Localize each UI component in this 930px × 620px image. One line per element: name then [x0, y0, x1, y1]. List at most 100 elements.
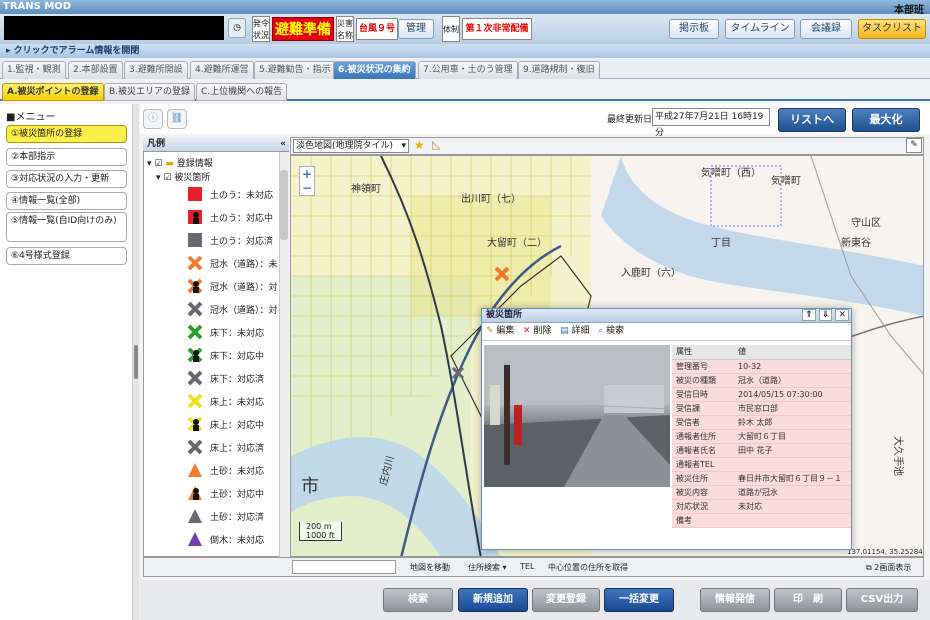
- property-name: 被災内容: [672, 485, 734, 500]
- table-row: 受信課 市民窓口部: [672, 401, 851, 416]
- checkbox-icon[interactable]: ☑: [154, 159, 162, 169]
- zoom-in-icon[interactable]: +: [302, 167, 312, 181]
- maximize-button[interactable]: 最大化: [852, 108, 920, 132]
- tab-register-point[interactable]: A.被災ポイントの登録: [2, 83, 104, 101]
- detail-icon[interactable]: ▤: [560, 326, 569, 336]
- address-input[interactable]: [292, 560, 396, 574]
- legend-item-label: 土砂：対応中: [210, 488, 264, 500]
- svg-text:市: 市: [301, 476, 319, 497]
- menu-register-damage[interactable]: ①被災箇所の登録: [6, 125, 127, 143]
- tab-hq-setup[interactable]: 2.本部設置: [68, 61, 123, 79]
- folder-icon: ▬: [165, 159, 174, 169]
- legend-item-label: 床下：未対応: [210, 327, 264, 339]
- legend-symbol-square-icon: [188, 233, 202, 247]
- sub-tabs: A.被災ポイントの登録 B.被災エリアの登録 C.上位機関への報告: [0, 81, 930, 101]
- collapse-icon[interactable]: «: [280, 137, 286, 151]
- board-button[interactable]: 掲示板: [669, 19, 719, 39]
- zoom-out-icon[interactable]: −: [302, 181, 312, 195]
- main-tabs: 1.監視・観測 2.本部設置 3.避難所開設 4.避難所運営 5.避難勧告・指示…: [0, 59, 930, 79]
- tab-road-control[interactable]: 9.道路規制・復旧: [518, 61, 600, 79]
- clock-icon[interactable]: ◷: [228, 18, 246, 38]
- move-map-link[interactable]: 地図を移動: [410, 562, 450, 573]
- legend-item-label: 冠水（道路）：対: [210, 281, 278, 293]
- map-layer-select[interactable]: 淡色地図(地理院タイル) ▾: [293, 139, 409, 153]
- link-icon[interactable]: ⛓: [167, 109, 187, 129]
- checkbox-icon[interactable]: ☑: [163, 173, 171, 183]
- damage-photo[interactable]: [484, 345, 671, 487]
- table-row: 被災内容 道路が冠水: [672, 485, 851, 500]
- tab-damage-summary[interactable]: 6.被災状況の集約: [333, 61, 416, 79]
- ruler-icon[interactable]: ◺: [432, 138, 440, 151]
- legend-item-label: 床上：未対応: [210, 396, 264, 408]
- csv-export-button[interactable]: CSV出力: [846, 588, 918, 612]
- menu-list-all[interactable]: ④情報一覧(全部): [6, 192, 127, 210]
- edit-icon[interactable]: ✎: [486, 326, 494, 336]
- popup-delete-button[interactable]: 削除: [533, 326, 551, 336]
- property-value: 市民窓口部: [734, 401, 851, 416]
- last-updated-label: 最終更新日: [607, 115, 653, 125]
- popup-detail-button[interactable]: 詳細: [571, 326, 589, 336]
- svg-text:気噌町: 気噌町: [771, 174, 801, 187]
- legend-symbol-x-person-icon: [187, 347, 203, 363]
- manage-button[interactable]: 管理: [398, 19, 434, 39]
- table-header-row: 属性 値: [672, 345, 851, 360]
- property-value: 春日井市大留町６丁目９－１: [734, 471, 851, 486]
- menu-hq-instruction[interactable]: ②本部指示: [6, 148, 127, 166]
- legend-group[interactable]: ▾ ☑ 被災箇所: [156, 170, 210, 183]
- pin-icon[interactable]: ⇓: [818, 309, 833, 321]
- svg-text:出川町（七）: 出川町（七）: [461, 192, 521, 205]
- legend-symbols: 土のう：未対応土のう：対応中土のう：対応済冠水（道路）：未冠水（道路）：対冠水（…: [187, 187, 278, 546]
- tab-report-upper[interactable]: C.上位機関への報告: [196, 83, 288, 101]
- table-row: 被災住所 春日井市大留町６丁目９－１: [672, 471, 851, 486]
- disaster-name: 台風９号: [356, 18, 398, 40]
- add-new-button[interactable]: 新規追加: [458, 588, 528, 612]
- print-button[interactable]: 印 刷: [774, 588, 842, 612]
- info-icon[interactable]: ⓘ: [143, 109, 163, 129]
- menu-form4[interactable]: ⑥4号様式登録: [6, 247, 127, 265]
- popup-toolbar: ✎ 編集 ✕ 削除 ▤ 詳細 ⌕ 検索: [482, 323, 851, 341]
- legend-root[interactable]: ▾ ☑ ▬ 登録情報: [147, 156, 213, 169]
- tab-vehicles[interactable]: 7.公用車・土のう管理: [418, 61, 518, 79]
- legend-item-label: 土のう：未対応: [210, 189, 273, 201]
- legend-item-label: 床上：対応済: [210, 442, 264, 454]
- list-button[interactable]: リストへ: [778, 108, 846, 132]
- close-icon[interactable]: ✕: [835, 309, 849, 321]
- tel-link[interactable]: TEL: [520, 562, 534, 571]
- splitter-grip[interactable]: [134, 345, 138, 379]
- dual-screen-icon: ⧉: [866, 563, 872, 572]
- tasklist-button[interactable]: タスクリスト: [858, 19, 926, 39]
- popup-edit-button[interactable]: 編集: [496, 326, 514, 336]
- tab-monitoring[interactable]: 1.監視・観測: [2, 61, 66, 79]
- dual-screen-toggle[interactable]: ⧉ 2画面表示: [866, 562, 911, 573]
- minutes-button[interactable]: 会議録: [800, 19, 852, 39]
- get-center-address-link[interactable]: 中心位置の住所を取得: [548, 562, 628, 573]
- broadcast-button[interactable]: 情報発信: [700, 588, 770, 612]
- menu-status-update[interactable]: ③対応状況の入力・更新: [6, 170, 127, 188]
- legend-header: 凡例 «: [143, 137, 289, 152]
- svg-text:丁目: 丁目: [711, 238, 731, 249]
- zoom-control[interactable]: + −: [299, 166, 315, 196]
- property-value: 大留町６丁目: [734, 429, 851, 444]
- legend-title: 凡例: [147, 139, 166, 149]
- save-change-button[interactable]: 変更登録: [532, 588, 600, 612]
- collapse-up-icon[interactable]: ⇑: [802, 309, 816, 321]
- tab-shelter-ops[interactable]: 4.避難所運営: [190, 61, 254, 79]
- search-button[interactable]: 検索: [383, 588, 453, 612]
- tab-register-area[interactable]: B.被災エリアの登録: [104, 83, 196, 101]
- alarm-toggle[interactable]: ▸ クリックでアラーム情報を開閉: [0, 44, 930, 58]
- batch-change-button[interactable]: 一括変更: [604, 588, 674, 612]
- popup-search-button[interactable]: 検索: [606, 326, 624, 336]
- timeline-button[interactable]: タイムライン: [725, 19, 795, 39]
- address-search-link[interactable]: 住所検索 ▾: [468, 562, 507, 573]
- edit-map-icon[interactable]: ✎: [906, 138, 922, 153]
- tab-evac-advice[interactable]: 5.避難勧告・指示: [254, 61, 336, 79]
- star-icon[interactable]: ★: [414, 138, 425, 152]
- tab-shelter-open[interactable]: 3.避難所開設: [124, 61, 188, 79]
- menu-list-mine[interactable]: ⑤情報一覧(自ID向けのみ): [6, 212, 127, 242]
- delete-icon[interactable]: ✕: [523, 326, 531, 336]
- legend-scroll-thumb[interactable]: [280, 170, 288, 240]
- search-icon[interactable]: ⌕: [598, 326, 603, 336]
- legend-symbol-x-icon: [187, 439, 203, 455]
- svg-text:新東谷: 新東谷: [841, 236, 871, 249]
- alarm-text: クリックでアラーム情報を開閉: [13, 46, 140, 56]
